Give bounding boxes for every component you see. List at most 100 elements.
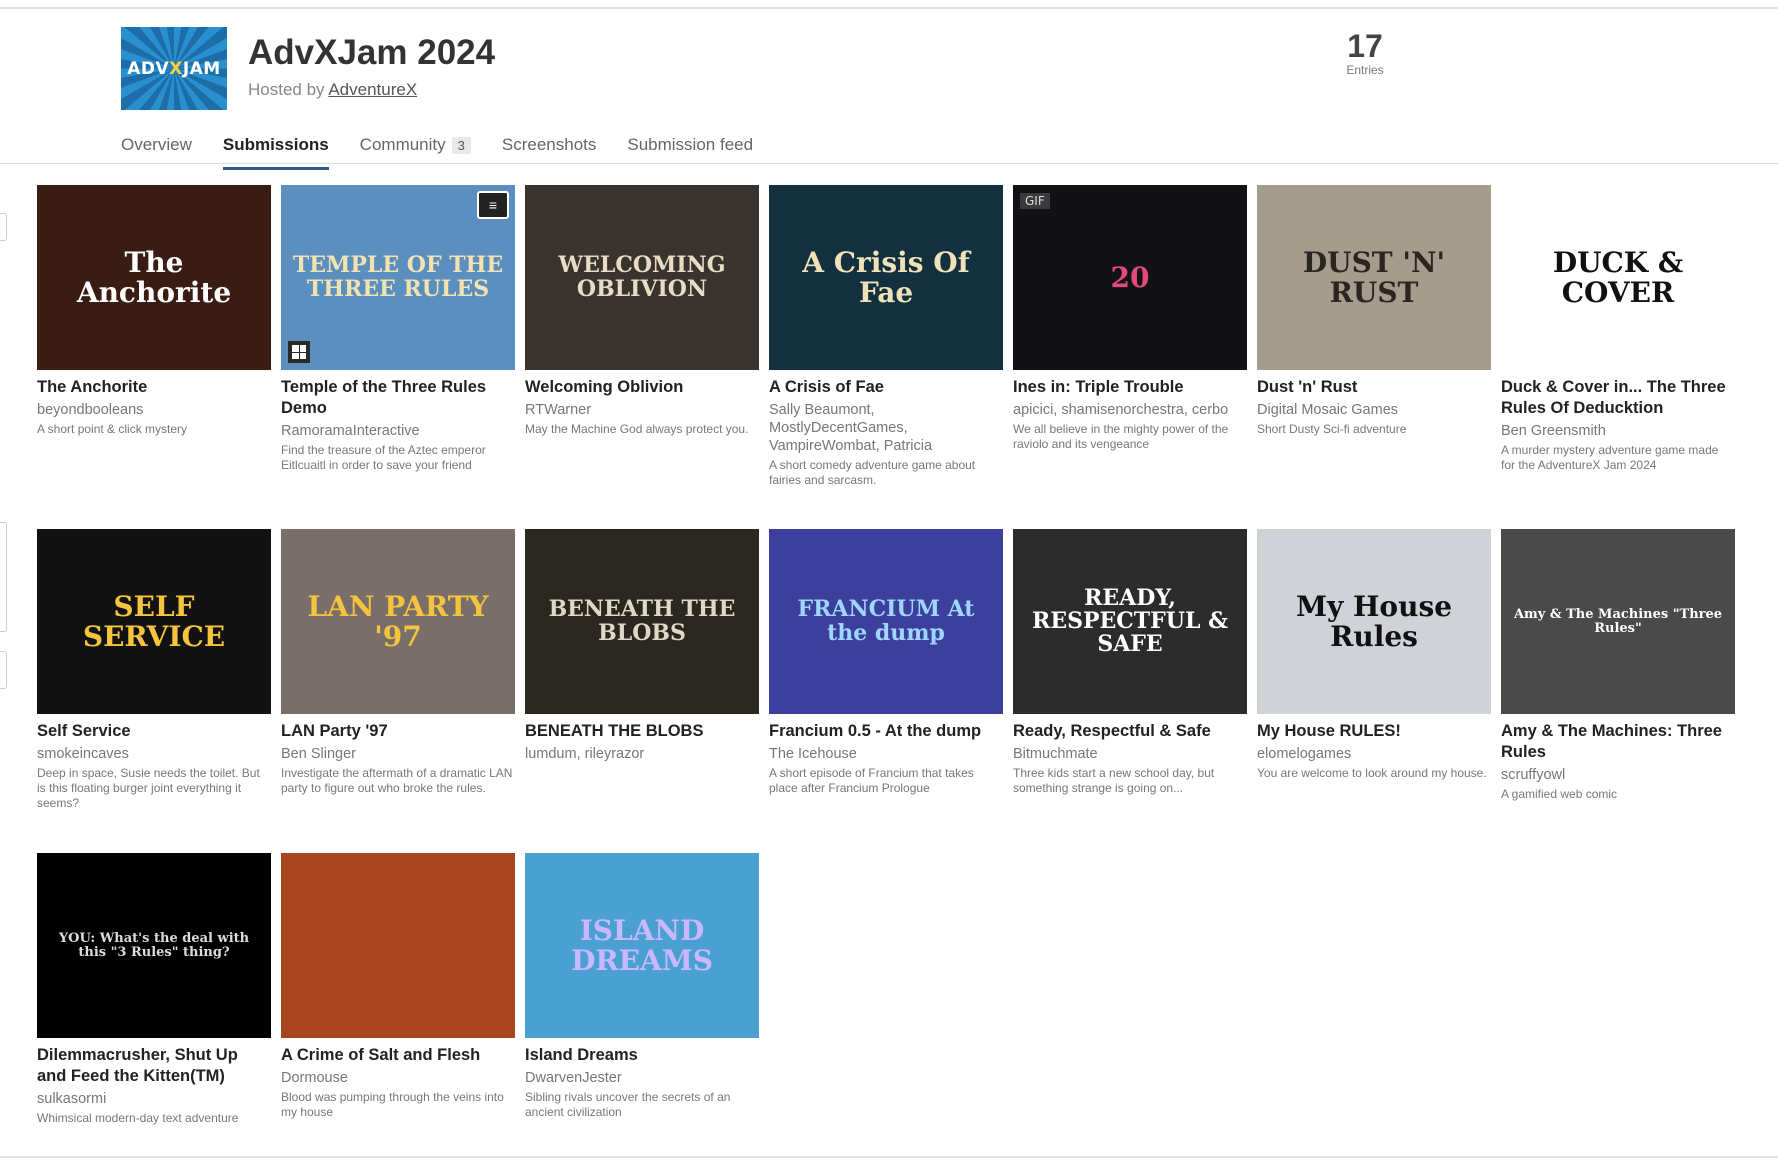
- thumbnail-title-art: BENEATH THE BLOBS: [548, 596, 736, 646]
- game-title-link[interactable]: Ines in: Triple Trouble: [1013, 377, 1247, 398]
- game-title-link[interactable]: BENEATH THE BLOBS: [525, 721, 759, 742]
- game-short-text: Find the treasure of the Aztec emperor E…: [281, 443, 486, 472]
- game-card[interactable]: My House Rules My House RULES! elomelogame…: [1257, 529, 1491, 781]
- game-short-text: A short comedy adventure game about fair…: [769, 458, 976, 487]
- game-card[interactable]: YOU: What's the deal with this "3 Rules"…: [37, 853, 271, 1126]
- logo-text: ADV: [127, 58, 170, 79]
- game-card[interactable]: A Crisis Of Fae A Crisis of Fae Sally Beau…: [769, 185, 1003, 488]
- game-title-link[interactable]: A Crime of Salt and Flesh: [281, 1045, 515, 1066]
- tab-submission-feed[interactable]: Submission feed: [627, 131, 753, 171]
- game-author-link[interactable]: apicici, shamisenorchestra, cerbo: [1013, 401, 1247, 419]
- thumbnail-title-art: WELCOMING OBLIVION: [558, 252, 726, 302]
- game-title-link[interactable]: The Anchorite: [37, 377, 271, 398]
- game-author-link[interactable]: Sally Beaumont, MostlyDecentGames, Vampi…: [769, 401, 1003, 455]
- game-title-link[interactable]: Dust 'n' Rust: [1257, 377, 1491, 398]
- game-author-link[interactable]: The Icehouse: [769, 745, 1003, 763]
- game-card[interactable]: Amy & The Machines "Three Rules" Amy & Th…: [1501, 529, 1735, 802]
- thumbnail-title-art: TEMPLE OF THE THREE RULES: [292, 252, 504, 302]
- game-author-link[interactable]: scruffyowl: [1501, 766, 1735, 784]
- game-thumbnail[interactable]: DUST 'N' RUST: [1257, 185, 1491, 370]
- game-thumbnail[interactable]: SELF SERVICE: [37, 529, 271, 714]
- game-thumbnail[interactable]: YOU: What's the deal with this "3 Rules"…: [37, 853, 271, 1038]
- jam-logo[interactable]: ADV X JAM: [121, 27, 227, 110]
- thumbnail-title-art: A Crisis Of Fae: [802, 246, 970, 309]
- game-title-link[interactable]: Francium 0.5 - At the dump: [769, 721, 1003, 742]
- game-thumbnail[interactable]: DUCK & COVER: [1501, 185, 1735, 370]
- game-thumbnail[interactable]: A Crisis Of Fae: [769, 185, 1003, 370]
- game-author-link[interactable]: Digital Mosaic Games: [1257, 401, 1491, 419]
- game-thumbnail[interactable]: ISLAND DREAMS: [525, 853, 759, 1038]
- game-thumbnail[interactable]: TEMPLE OF THE THREE RULES ≡: [281, 185, 515, 370]
- game-card[interactable]: READY, RESPECTFUL & SAFE Ready, Respectfu…: [1013, 529, 1247, 796]
- game-card[interactable]: DUCK & COVER Duck & Cover in... The Three…: [1501, 185, 1735, 473]
- tab-submissions[interactable]: Submissions: [222, 131, 329, 171]
- game-title-link[interactable]: Island Dreams: [525, 1045, 759, 1066]
- game-title-link[interactable]: Self Service: [37, 721, 271, 742]
- game-thumbnail[interactable]: FRANCIUM At the dump: [769, 529, 1003, 714]
- tab-community[interactable]: Community 3: [360, 131, 471, 171]
- game-thumbnail[interactable]: READY, RESPECTFUL & SAFE: [1013, 529, 1247, 714]
- game-thumbnail[interactable]: Amy & The Machines "Three Rules": [1501, 529, 1735, 714]
- game-card[interactable]: FRANCIUM At the dump Francium 0.5 - At th…: [769, 529, 1003, 796]
- game-thumbnail[interactable]: BENEATH THE BLOBS: [525, 529, 759, 714]
- game-author-link[interactable]: RamoramaInteractive: [281, 422, 515, 440]
- add-to-collection-icon[interactable]: ≡: [477, 191, 509, 219]
- game-author-link[interactable]: smokeincaves: [37, 745, 271, 763]
- game-thumbnail[interactable]: WELCOMING OBLIVION: [525, 185, 759, 370]
- game-title-link[interactable]: Dilemmacrusher, Shut Up and Feed the Kit…: [37, 1045, 271, 1087]
- game-card[interactable]: 20 GIF Ines in: Triple Trouble apicici, sha…: [1013, 185, 1247, 452]
- game-title-link[interactable]: Amy & The Machines: Three Rules: [1501, 721, 1735, 763]
- game-card[interactable]: SELF SERVICE Self Service smokeincaves Deep…: [37, 529, 271, 811]
- game-card[interactable]: A Crime of Salt and Flesh Dormouse Blood w…: [281, 853, 515, 1120]
- game-thumbnail[interactable]: The Anchorite: [37, 185, 271, 370]
- game-title-link[interactable]: Temple of the Three Rules Demo: [281, 377, 515, 419]
- game-author-link[interactable]: DwarvenJester: [525, 1069, 759, 1087]
- game-title-link[interactable]: Welcoming Oblivion: [525, 377, 759, 398]
- game-short-text: We all believe in the mighty power of th…: [1013, 422, 1229, 451]
- game-author-link[interactable]: beyondbooleans: [37, 401, 271, 419]
- game-short-text: Deep in space, Susie needs the toilet. B…: [37, 766, 260, 810]
- game-author-link[interactable]: Ben Greensmith: [1501, 422, 1735, 440]
- game-short-text: May the Machine God always protect you.: [525, 422, 749, 436]
- game-card[interactable]: DUST 'N' RUST Dust 'n' Rust Digital Mosaic…: [1257, 185, 1491, 437]
- game-title-link[interactable]: Ready, Respectful & Safe: [1013, 721, 1247, 742]
- game-short-text: A gamified web comic: [1501, 787, 1618, 801]
- hosted-by-label: Hosted by: [248, 80, 329, 99]
- game-author-link[interactable]: elomelogames: [1257, 745, 1491, 763]
- side-control[interactable]: [0, 213, 7, 241]
- logo-text-x: X: [169, 58, 183, 79]
- game-card[interactable]: LAN PARTY '97 LAN Party '97 Ben Slinger Inv…: [281, 529, 515, 796]
- game-card[interactable]: TEMPLE OF THE THREE RULES ≡ Temple of the …: [281, 185, 515, 473]
- game-author-link[interactable]: Dormouse: [281, 1069, 515, 1087]
- tab-overview[interactable]: Overview: [121, 131, 192, 171]
- game-short-text: You are welcome to look around my house.: [1257, 766, 1487, 780]
- thumbnail-title-art: Amy & The Machines "Three Rules": [1513, 606, 1723, 636]
- game-title-link[interactable]: A Crisis of Fae: [769, 377, 1003, 398]
- game-title-link[interactable]: LAN Party '97: [281, 721, 515, 742]
- game-card[interactable]: WELCOMING OBLIVION Welcoming Oblivion RTWa…: [525, 185, 759, 437]
- game-author-link[interactable]: Ben Slinger: [281, 745, 515, 763]
- game-title-link[interactable]: My House RULES!: [1257, 721, 1491, 742]
- game-author-link[interactable]: RTWarner: [525, 401, 759, 419]
- game-card[interactable]: BENEATH THE BLOBS BENEATH THE BLOBS lumdum…: [525, 529, 759, 763]
- game-title-link[interactable]: Duck & Cover in... The Three Rules Of De…: [1501, 377, 1735, 419]
- host-link[interactable]: AdventureX: [328, 80, 417, 99]
- side-control[interactable]: [0, 651, 7, 689]
- game-thumbnail[interactable]: 20 GIF: [1013, 185, 1247, 370]
- game-author-link[interactable]: lumdum, rileyrazor: [525, 745, 759, 763]
- game-thumbnail[interactable]: LAN PARTY '97: [281, 529, 515, 714]
- game-author-link[interactable]: sulkasormi: [37, 1090, 271, 1108]
- game-card[interactable]: ISLAND DREAMS Island Dreams DwarvenJester S…: [525, 853, 759, 1120]
- game-author-link[interactable]: Bitmuchmate: [1013, 745, 1247, 763]
- entries-label: Entries: [1346, 63, 1384, 77]
- tab-screenshots[interactable]: Screenshots: [502, 131, 597, 171]
- thumbnail-title-art: 20: [1110, 260, 1150, 294]
- tab-label: Overview: [121, 135, 192, 154]
- game-thumbnail[interactable]: [281, 853, 515, 1038]
- community-count-badge: 3: [451, 137, 471, 154]
- thumbnail-title-art: DUCK & COVER: [1552, 246, 1684, 309]
- hosted-by: Hosted by AdventureX: [248, 80, 417, 100]
- game-card[interactable]: The Anchorite The Anchorite beyondbooleans…: [37, 185, 271, 437]
- side-control[interactable]: [0, 522, 7, 632]
- game-thumbnail[interactable]: My House Rules: [1257, 529, 1491, 714]
